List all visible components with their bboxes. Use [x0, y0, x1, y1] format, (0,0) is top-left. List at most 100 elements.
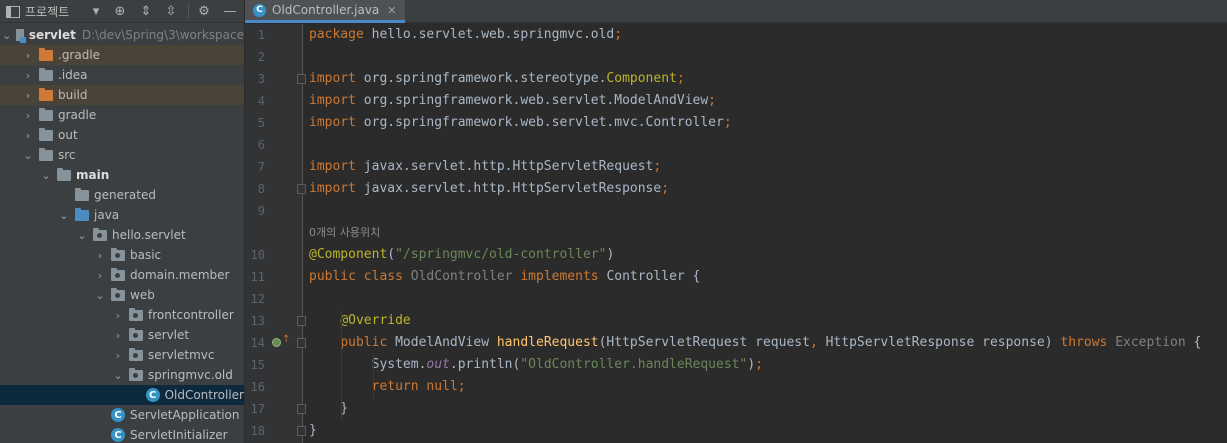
tree-item-springmvc-old[interactable]: ⌄ springmvc.old	[0, 365, 244, 385]
indent-guide	[373, 354, 374, 398]
tree-item-frontcontroller[interactable]: › frontcontroller	[0, 305, 244, 325]
chevron-right-icon[interactable]: ›	[94, 249, 106, 262]
tree-item-servlet[interactable]: ⌄ servlet D:\dev\Spring\3\workspace	[0, 25, 244, 45]
chevron-down-icon[interactable]: ⌄	[22, 149, 34, 162]
tab-oldcontroller[interactable]: C OldController.java ✕	[245, 0, 405, 23]
header-divider	[188, 4, 189, 19]
tree-item-java[interactable]: ⌄ java	[0, 205, 244, 225]
tree-item-label: build	[58, 88, 88, 102]
line-number: 3	[257, 72, 265, 86]
chevron-right-icon[interactable]: ›	[22, 69, 34, 82]
override-arrow-icon: ↑	[282, 334, 291, 345]
code-line[interactable]: public ModelAndView handleRequest(HttpSe…	[309, 332, 1201, 354]
locate-file-icon[interactable]: ⊕	[112, 0, 128, 23]
tree-item-servlet[interactable]: › servlet	[0, 325, 244, 345]
chevron-right-icon[interactable]: ›	[112, 309, 124, 322]
chevron-down-icon[interactable]: ⌄	[40, 169, 52, 182]
tree-item-out[interactable]: › out	[0, 125, 244, 145]
module-path: D:\dev\Spring\3\workspace	[81, 28, 244, 42]
line-number: 11	[250, 270, 265, 284]
tree-item-hello-servlet[interactable]: ⌄ hello.servlet	[0, 225, 244, 245]
module-icon	[16, 29, 27, 43]
fold-marker-icon[interactable]	[297, 404, 306, 414]
project-panel-header: 프로젝트 ▾ ⊕ ⇕ ⇳ ⚙ —	[0, 0, 244, 23]
gear-icon[interactable]: ⚙	[196, 0, 212, 23]
tree-item-label: servletmvc	[148, 348, 215, 362]
code-line[interactable]: package hello.servlet.web.springmvc.old;	[309, 24, 622, 46]
tree-item-src[interactable]: ⌄ src	[0, 145, 244, 165]
chevron-down-icon[interactable]: ⌄	[112, 369, 124, 382]
chevron-right-icon[interactable]: ›	[22, 89, 34, 102]
tree-item-basic[interactable]: › basic	[0, 245, 244, 265]
tree-item-label: generated	[94, 188, 156, 202]
chevron-right-icon[interactable]: ›	[112, 329, 124, 342]
tree-item-label: ServletApplication	[130, 408, 240, 422]
folder-icon	[39, 127, 53, 141]
close-icon[interactable]: ✕	[387, 4, 396, 17]
tree-item-generated[interactable]: generated	[0, 185, 244, 205]
implements-method-icon[interactable]	[272, 338, 281, 347]
collapse-all-icon[interactable]: ⇳	[163, 0, 179, 23]
package-icon	[129, 367, 143, 381]
code-line[interactable]: public class OldController implements Co…	[309, 266, 700, 288]
tree-item-oldcontroller[interactable]: C OldController	[0, 385, 244, 405]
line-number: 9	[257, 204, 265, 218]
tree-item-label: hello.servlet	[112, 228, 186, 242]
fold-marker-icon[interactable]	[297, 426, 306, 436]
line-number: 1	[257, 28, 265, 42]
tree-item-label: basic	[130, 248, 162, 262]
tree-item-label: web	[130, 288, 155, 302]
tree-item-gradle[interactable]: › .gradle	[0, 45, 244, 65]
tree-item-label: domain.member	[130, 268, 230, 282]
code-line[interactable]: import org.springframework.stereotype.Co…	[309, 68, 685, 90]
code-line[interactable]: return null;	[309, 376, 466, 398]
line-number: 15	[250, 358, 265, 372]
tree-item-main[interactable]: ⌄ main	[0, 165, 244, 185]
tree-item-servletapplication[interactable]: C ServletApplication	[0, 405, 244, 425]
tree-item-domain-member[interactable]: › domain.member	[0, 265, 244, 285]
chevron-right-icon[interactable]: ›	[22, 129, 34, 142]
tree-item-web[interactable]: ⌄ web	[0, 285, 244, 305]
fold-marker-icon[interactable]	[297, 74, 306, 84]
chevron-right-icon[interactable]: ›	[22, 49, 34, 62]
excluded-folder-icon	[39, 87, 53, 101]
fold-marker-icon[interactable]	[297, 184, 306, 194]
code-line[interactable]: @Override	[309, 310, 410, 332]
code-line[interactable]: import org.springframework.web.servlet.m…	[309, 112, 732, 134]
usage-inlay-hint[interactable]: 0개의 사용위치	[309, 222, 380, 244]
chevron-down-icon[interactable]: ⌄	[76, 229, 88, 242]
code-line[interactable]: }	[309, 398, 348, 420]
code-line[interactable]: @Component("/springmvc/old-controller")	[309, 244, 614, 266]
tree-item-servletinitializer[interactable]: C ServletInitializer	[0, 425, 244, 443]
chevron-right-icon[interactable]: ›	[22, 109, 34, 122]
chevron-down-icon[interactable]: ▾	[88, 0, 104, 23]
tree-item-idea[interactable]: › .idea	[0, 65, 244, 85]
line-number: 13	[250, 314, 265, 328]
folder-icon	[57, 167, 71, 181]
tree-item-label: ServletInitializer	[130, 428, 228, 442]
tree-item-build[interactable]: › build	[0, 85, 244, 105]
line-number-gutter[interactable]: 1 2 3 4 5 6 7 8 9 10 11 12 13 14 15 16 17 18	[245, 24, 303, 443]
chevron-down-icon[interactable]: ⌄	[94, 289, 106, 302]
line-number: 10	[250, 248, 265, 262]
code-line[interactable]: import javax.servlet.http.HttpServletReq…	[309, 156, 661, 178]
project-icon	[6, 5, 20, 18]
chevron-right-icon[interactable]: ›	[112, 349, 124, 362]
chevron-right-icon[interactable]: ›	[94, 269, 106, 282]
code-line[interactable]: System.out.println("OldController.handle…	[309, 354, 763, 376]
chevron-down-icon[interactable]: ⌄	[58, 209, 70, 222]
fold-marker-icon[interactable]	[297, 316, 306, 326]
tree-item-gradle[interactable]: › gradle	[0, 105, 244, 125]
code-line[interactable]: import javax.servlet.http.HttpServletRes…	[309, 178, 669, 200]
minimize-icon[interactable]: —	[222, 0, 238, 23]
tree-item-label: .idea	[58, 68, 88, 82]
fold-marker-icon[interactable]	[297, 338, 306, 348]
chevron-down-icon[interactable]: ⌄	[2, 29, 11, 42]
folder-icon	[75, 187, 89, 201]
line-number: 8	[257, 182, 265, 196]
code-line[interactable]: import org.springframework.web.servlet.M…	[309, 90, 716, 112]
project-view-selector[interactable]: 프로젝트	[6, 0, 69, 23]
expand-all-icon[interactable]: ⇕	[138, 0, 154, 23]
code-line[interactable]: }	[309, 420, 317, 442]
tree-item-servletmvc[interactable]: › servletmvc	[0, 345, 244, 365]
